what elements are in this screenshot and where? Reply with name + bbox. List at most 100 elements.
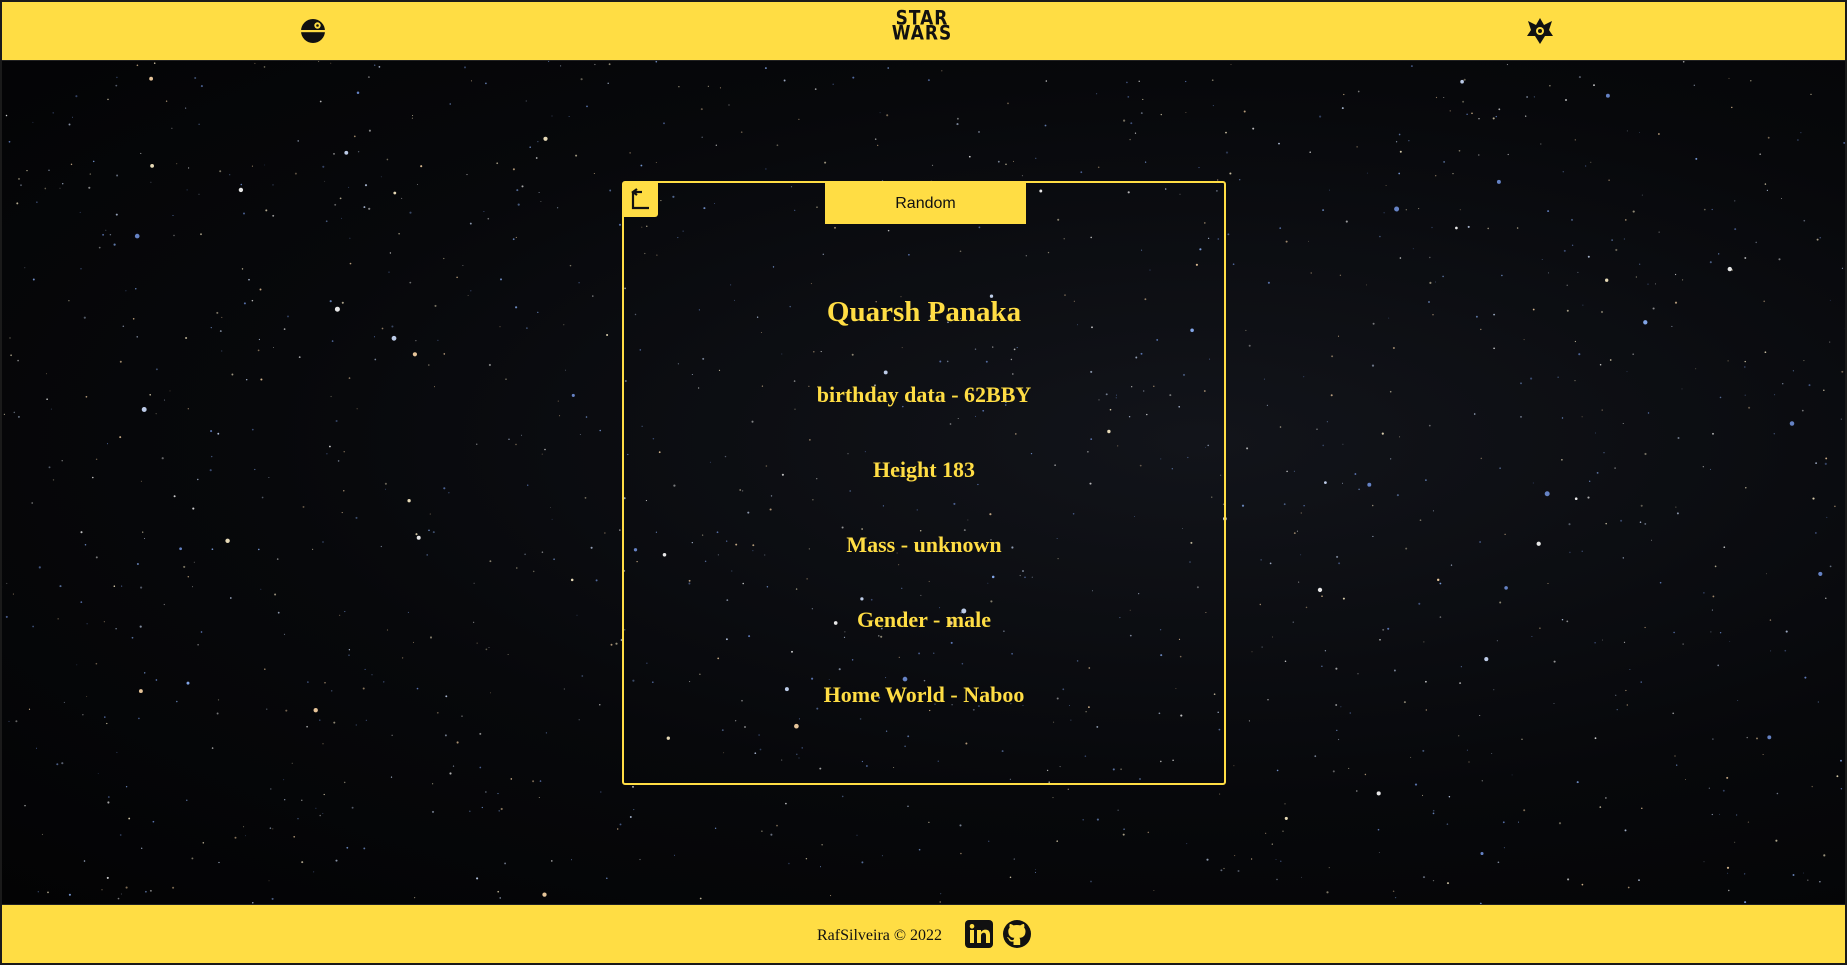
star <box>1626 130 1628 132</box>
star <box>715 144 717 146</box>
star <box>1410 65 1413 68</box>
star <box>488 646 490 649</box>
star <box>231 373 234 376</box>
star <box>1540 143 1542 145</box>
star <box>391 325 394 328</box>
star <box>319 814 322 817</box>
star <box>219 170 222 173</box>
star <box>1250 858 1253 860</box>
star <box>1466 749 1468 751</box>
star <box>1127 96 1130 98</box>
star <box>1243 110 1246 113</box>
star <box>1446 823 1449 825</box>
star <box>1625 689 1627 692</box>
star <box>116 751 118 753</box>
star <box>1372 322 1375 325</box>
star <box>1230 63 1232 65</box>
star <box>629 152 631 154</box>
star <box>1298 581 1300 583</box>
star <box>1261 646 1263 648</box>
star <box>1123 119 1126 122</box>
star <box>578 719 580 721</box>
star <box>1340 706 1342 708</box>
star <box>1734 228 1737 231</box>
star <box>590 546 593 549</box>
star <box>608 63 611 66</box>
star <box>1263 378 1265 380</box>
star <box>449 772 452 775</box>
star <box>1357 673 1359 675</box>
star <box>1581 416 1583 418</box>
star <box>429 636 433 639</box>
star <box>1428 301 1430 303</box>
star <box>1836 775 1839 778</box>
star <box>95 458 98 461</box>
star <box>1641 807 1643 810</box>
star <box>824 161 827 164</box>
star <box>1052 797 1054 799</box>
star <box>68 893 71 896</box>
star <box>428 364 430 366</box>
star <box>115 628 117 630</box>
star <box>362 687 365 690</box>
star <box>32 625 34 628</box>
star <box>79 211 81 213</box>
star <box>928 821 930 823</box>
star <box>173 234 175 237</box>
star <box>97 773 99 774</box>
star <box>456 741 459 744</box>
star <box>551 518 553 520</box>
star <box>272 828 274 830</box>
star <box>139 625 142 628</box>
star <box>1808 384 1811 387</box>
star <box>1587 496 1590 499</box>
star <box>198 123 200 125</box>
star <box>553 558 555 561</box>
star <box>149 394 151 396</box>
star <box>1784 649 1787 652</box>
star <box>1544 491 1550 497</box>
star <box>551 115 553 117</box>
star <box>461 715 463 717</box>
random-button[interactable]: Random <box>825 183 1026 224</box>
star <box>36 747 37 749</box>
star <box>856 834 858 836</box>
galactic-empire-icon[interactable] <box>1525 16 1555 46</box>
star <box>673 854 676 856</box>
star <box>272 214 275 217</box>
death-star-icon[interactable] <box>299 17 327 45</box>
star <box>1237 869 1240 873</box>
star <box>1309 151 1311 153</box>
star <box>886 114 889 117</box>
star <box>191 857 194 860</box>
star <box>48 169 50 171</box>
star <box>217 699 220 701</box>
star <box>529 146 531 148</box>
star <box>1356 146 1358 148</box>
star <box>1425 479 1427 481</box>
star <box>1684 778 1687 781</box>
star <box>1080 171 1083 174</box>
star <box>1278 142 1280 145</box>
star <box>324 180 326 182</box>
star <box>776 144 779 147</box>
star <box>1585 165 1587 167</box>
star <box>1747 821 1750 823</box>
github-icon[interactable] <box>1002 919 1032 949</box>
star <box>330 690 333 692</box>
star <box>202 842 205 844</box>
star <box>1459 209 1461 211</box>
star <box>1766 573 1767 575</box>
star <box>1332 770 1335 773</box>
star <box>1562 171 1564 173</box>
star <box>121 585 123 587</box>
star <box>524 553 526 556</box>
star <box>1279 227 1282 229</box>
star <box>200 85 203 88</box>
star <box>1501 274 1503 277</box>
star <box>443 487 446 490</box>
star-wars-logo[interactable]: STAR WARS <box>882 9 962 50</box>
back-button[interactable] <box>624 183 658 217</box>
linkedin-icon[interactable] <box>964 919 994 949</box>
star <box>52 112 54 114</box>
